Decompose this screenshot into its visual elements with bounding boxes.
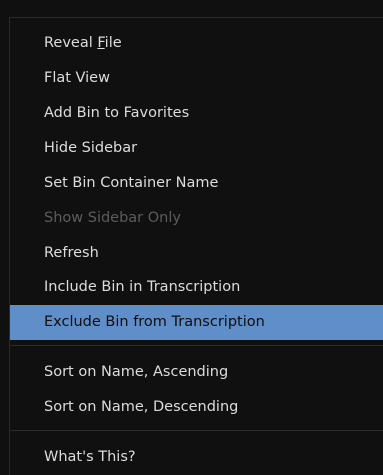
menu-item-label: Sort on Name, Ascending: [44, 364, 229, 380]
menu-item-label: Reveal: [44, 35, 98, 51]
menu-item-label: What's This?: [44, 449, 136, 465]
menu-item-label-rest: ile: [104, 35, 122, 51]
menu-top-border: [10, 17, 383, 18]
menu-item-show-sidebar-only: Show Sidebar Only: [10, 201, 383, 236]
menu-item-exclude-bin-from-transcription[interactable]: Exclude Bin from Transcription: [10, 305, 383, 340]
menu-item-label: Exclude Bin from Transcription: [44, 314, 265, 330]
menu-item-label: Show Sidebar Only: [44, 210, 181, 226]
menu-item-label: Sort on Name, Descending: [44, 399, 239, 415]
menu-item-mnemonic: F: [97, 35, 105, 51]
menu-item-reveal-file[interactable]: Reveal File: [10, 26, 383, 61]
menu-item-add-bin-to-favorites[interactable]: Add Bin to Favorites: [10, 96, 383, 131]
menu-item-sort-name-descending[interactable]: Sort on Name, Descending: [10, 390, 383, 425]
menu-divider: [10, 345, 383, 346]
menu-item-whats-this[interactable]: What's This?: [10, 440, 383, 475]
menu-item-hide-sidebar[interactable]: Hide Sidebar: [10, 131, 383, 166]
menu-item-label: Set Bin Container Name: [44, 175, 219, 191]
menu-item-include-bin-in-transcription[interactable]: Include Bin in Transcription: [10, 270, 383, 305]
menu-item-label: Hide Sidebar: [44, 140, 138, 156]
menu-item-flat-view[interactable]: Flat View: [10, 61, 383, 96]
menu-item-label: Flat View: [44, 70, 110, 86]
menu-item-sort-name-ascending[interactable]: Sort on Name, Ascending: [10, 355, 383, 390]
menu-item-label: Include Bin in Transcription: [44, 279, 241, 295]
menu-item-set-bin-container-name[interactable]: Set Bin Container Name: [10, 166, 383, 201]
context-menu: Reveal File Flat View Add Bin to Favorit…: [0, 0, 383, 475]
menu-divider: [10, 430, 383, 431]
menu-item-label: Refresh: [44, 245, 99, 261]
menu-item-refresh[interactable]: Refresh: [10, 236, 383, 271]
menu-item-label: Add Bin to Favorites: [44, 105, 190, 121]
